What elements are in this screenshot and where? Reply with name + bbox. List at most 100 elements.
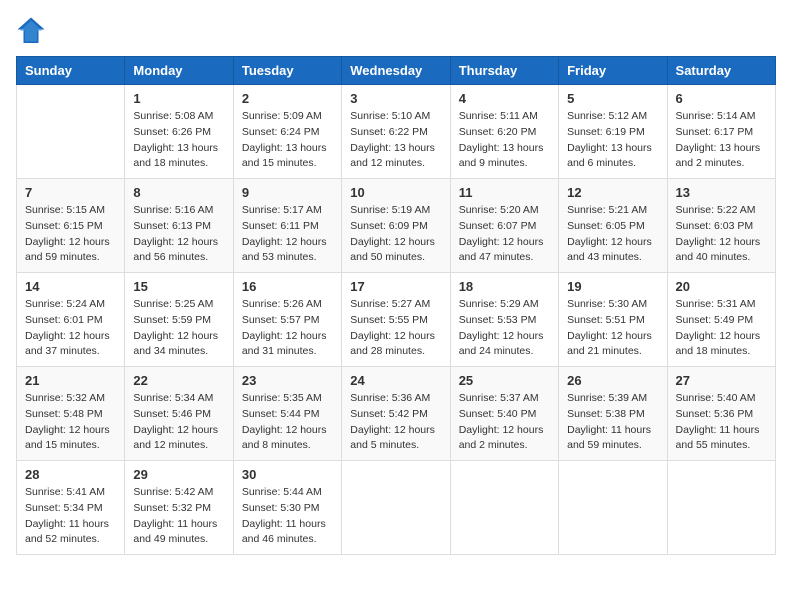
- day-info: Sunrise: 5:10 AM Sunset: 6:22 PM Dayligh…: [350, 109, 441, 172]
- day-number: 2: [242, 91, 333, 106]
- day-number: 9: [242, 185, 333, 200]
- calendar-cell: [342, 461, 450, 555]
- calendar-cell: 10Sunrise: 5:19 AM Sunset: 6:09 PM Dayli…: [342, 179, 450, 273]
- day-info: Sunrise: 5:12 AM Sunset: 6:19 PM Dayligh…: [567, 109, 658, 172]
- calendar-cell: 15Sunrise: 5:25 AM Sunset: 5:59 PM Dayli…: [125, 273, 233, 367]
- calendar-week-row: 21 Sunrise: 5:32 AM Sunset: 5:48 PM Dayli…: [17, 367, 776, 461]
- day-info: Sunrise: 5:19 AM Sunset: 6:09 PM Dayligh…: [350, 203, 441, 266]
- calendar-cell: 8 Sunrise: 5:16 AM Sunset: 6:13 PM Daylig…: [125, 179, 233, 273]
- day-info: Sunrise: 5:20 AM Sunset: 6:07 PM Dayligh…: [459, 203, 550, 266]
- day-number: 13: [676, 185, 767, 200]
- calendar-cell: 5 Sunrise: 5:12 AM Sunset: 6:19 PM Daylig…: [559, 85, 667, 179]
- calendar-week-row: 14 Sunrise: 5:24 AM Sunset: 6:01 PM Dayli…: [17, 273, 776, 367]
- day-info: Sunrise: 5:11 AM Sunset: 6:20 PM Dayligh…: [459, 109, 550, 172]
- calendar-cell: 3 Sunrise: 5:10 AM Sunset: 6:22 PM Daylig…: [342, 85, 450, 179]
- calendar-cell: 17 Sunrise: 5:27 AM Sunset: 5:55 PM Dayli…: [342, 273, 450, 367]
- calendar-cell: 4 Sunrise: 5:11 AM Sunset: 6:20 PM Daylig…: [450, 85, 558, 179]
- day-info: Sunrise: 5:16 AM Sunset: 6:13 PM Dayligh…: [133, 203, 224, 266]
- calendar-cell: 18 Sunrise: 5:29 AM Sunset: 5:53 PM Dayli…: [450, 273, 558, 367]
- calendar: SundayMondayTuesdayWednesdayThursdayFrid…: [16, 56, 776, 555]
- day-info: Sunrise: 5:32 AM Sunset: 5:48 PM Dayligh…: [25, 391, 116, 454]
- calendar-cell: 11Sunrise: 5:20 AM Sunset: 6:07 PM Dayli…: [450, 179, 558, 273]
- day-info: Sunrise: 5:41 AM Sunset: 5:34 PM Dayligh…: [25, 485, 116, 548]
- day-number: 22: [133, 373, 224, 388]
- day-number: 21: [25, 373, 116, 388]
- calendar-header-row: SundayMondayTuesdayWednesdayThursdayFrid…: [17, 57, 776, 85]
- day-info: Sunrise: 5:21 AM Sunset: 6:05 PM Dayligh…: [567, 203, 658, 266]
- day-number: 20: [676, 279, 767, 294]
- day-number: 23: [242, 373, 333, 388]
- day-info: Sunrise: 5:17 AM Sunset: 6:11 PM Dayligh…: [242, 203, 333, 266]
- calendar-cell: 30Sunrise: 5:44 AM Sunset: 5:30 PM Dayli…: [233, 461, 341, 555]
- calendar-cell: 12 Sunrise: 5:21 AM Sunset: 6:05 PM Dayli…: [559, 179, 667, 273]
- day-info: Sunrise: 5:27 AM Sunset: 5:55 PM Dayligh…: [350, 297, 441, 360]
- day-info: Sunrise: 5:24 AM Sunset: 6:01 PM Dayligh…: [25, 297, 116, 360]
- calendar-cell: 24 Sunrise: 5:36 AM Sunset: 5:42 PM Dayli…: [342, 367, 450, 461]
- day-info: Sunrise: 5:22 AM Sunset: 6:03 PM Dayligh…: [676, 203, 767, 266]
- day-info: Sunrise: 5:09 AM Sunset: 6:24 PM Dayligh…: [242, 109, 333, 172]
- calendar-cell: 25 Sunrise: 5:37 AM Sunset: 5:40 PM Dayli…: [450, 367, 558, 461]
- day-info: Sunrise: 5:36 AM Sunset: 5:42 PM Dayligh…: [350, 391, 441, 454]
- day-of-week-header: Tuesday: [233, 57, 341, 85]
- day-of-week-header: Sunday: [17, 57, 125, 85]
- day-of-week-header: Friday: [559, 57, 667, 85]
- calendar-week-row: 7Sunrise: 5:15 AM Sunset: 6:15 PM Daylig…: [17, 179, 776, 273]
- day-number: 12: [567, 185, 658, 200]
- day-info: Sunrise: 5:14 AM Sunset: 6:17 PM Dayligh…: [676, 109, 767, 172]
- day-number: 18: [459, 279, 550, 294]
- calendar-cell: 9 Sunrise: 5:17 AM Sunset: 6:11 PM Daylig…: [233, 179, 341, 273]
- logo-icon: [16, 16, 46, 46]
- day-of-week-header: Thursday: [450, 57, 558, 85]
- calendar-cell: 19 Sunrise: 5:30 AM Sunset: 5:51 PM Dayli…: [559, 273, 667, 367]
- day-number: 6: [676, 91, 767, 106]
- calendar-cell: 27 Sunrise: 5:40 AM Sunset: 5:36 PM Dayli…: [667, 367, 775, 461]
- day-info: Sunrise: 5:44 AM Sunset: 5:30 PM Dayligh…: [242, 485, 333, 548]
- calendar-cell: [17, 85, 125, 179]
- day-number: 19: [567, 279, 658, 294]
- calendar-week-row: 28Sunrise: 5:41 AM Sunset: 5:34 PM Dayli…: [17, 461, 776, 555]
- calendar-cell: 22Sunrise: 5:34 AM Sunset: 5:46 PM Dayli…: [125, 367, 233, 461]
- day-info: Sunrise: 5:31 AM Sunset: 5:49 PM Dayligh…: [676, 297, 767, 360]
- calendar-cell: 29Sunrise: 5:42 AM Sunset: 5:32 PM Dayli…: [125, 461, 233, 555]
- day-of-week-header: Saturday: [667, 57, 775, 85]
- calendar-cell: 13 Sunrise: 5:22 AM Sunset: 6:03 PM Dayli…: [667, 179, 775, 273]
- day-info: Sunrise: 5:08 AM Sunset: 6:26 PM Dayligh…: [133, 109, 224, 172]
- day-info: Sunrise: 5:39 AM Sunset: 5:38 PM Dayligh…: [567, 391, 658, 454]
- day-number: 16: [242, 279, 333, 294]
- day-number: 3: [350, 91, 441, 106]
- calendar-cell: 26Sunrise: 5:39 AM Sunset: 5:38 PM Dayli…: [559, 367, 667, 461]
- day-info: Sunrise: 5:30 AM Sunset: 5:51 PM Dayligh…: [567, 297, 658, 360]
- day-of-week-header: Wednesday: [342, 57, 450, 85]
- header: [16, 16, 776, 46]
- day-number: 8: [133, 185, 224, 200]
- day-number: 4: [459, 91, 550, 106]
- calendar-cell: [450, 461, 558, 555]
- calendar-cell: 14 Sunrise: 5:24 AM Sunset: 6:01 PM Dayli…: [17, 273, 125, 367]
- day-number: 17: [350, 279, 441, 294]
- day-number: 25: [459, 373, 550, 388]
- day-number: 24: [350, 373, 441, 388]
- day-info: Sunrise: 5:15 AM Sunset: 6:15 PM Dayligh…: [25, 203, 116, 266]
- day-info: Sunrise: 5:29 AM Sunset: 5:53 PM Dayligh…: [459, 297, 550, 360]
- calendar-cell: 28Sunrise: 5:41 AM Sunset: 5:34 PM Dayli…: [17, 461, 125, 555]
- calendar-cell: 1 Sunrise: 5:08 AM Sunset: 6:26 PM Daylig…: [125, 85, 233, 179]
- calendar-cell: 23 Sunrise: 5:35 AM Sunset: 5:44 PM Dayli…: [233, 367, 341, 461]
- day-info: Sunrise: 5:37 AM Sunset: 5:40 PM Dayligh…: [459, 391, 550, 454]
- day-number: 5: [567, 91, 658, 106]
- calendar-cell: 2 Sunrise: 5:09 AM Sunset: 6:24 PM Daylig…: [233, 85, 341, 179]
- calendar-cell: 6 Sunrise: 5:14 AM Sunset: 6:17 PM Daylig…: [667, 85, 775, 179]
- day-number: 14: [25, 279, 116, 294]
- day-info: Sunrise: 5:40 AM Sunset: 5:36 PM Dayligh…: [676, 391, 767, 454]
- day-number: 15: [133, 279, 224, 294]
- calendar-cell: 16 Sunrise: 5:26 AM Sunset: 5:57 PM Dayli…: [233, 273, 341, 367]
- day-number: 27: [676, 373, 767, 388]
- calendar-cell: [667, 461, 775, 555]
- day-number: 1: [133, 91, 224, 106]
- calendar-cell: 20 Sunrise: 5:31 AM Sunset: 5:49 PM Dayli…: [667, 273, 775, 367]
- day-info: Sunrise: 5:35 AM Sunset: 5:44 PM Dayligh…: [242, 391, 333, 454]
- day-of-week-header: Monday: [125, 57, 233, 85]
- calendar-cell: 7Sunrise: 5:15 AM Sunset: 6:15 PM Daylig…: [17, 179, 125, 273]
- day-info: Sunrise: 5:42 AM Sunset: 5:32 PM Dayligh…: [133, 485, 224, 548]
- day-info: Sunrise: 5:26 AM Sunset: 5:57 PM Dayligh…: [242, 297, 333, 360]
- calendar-cell: [559, 461, 667, 555]
